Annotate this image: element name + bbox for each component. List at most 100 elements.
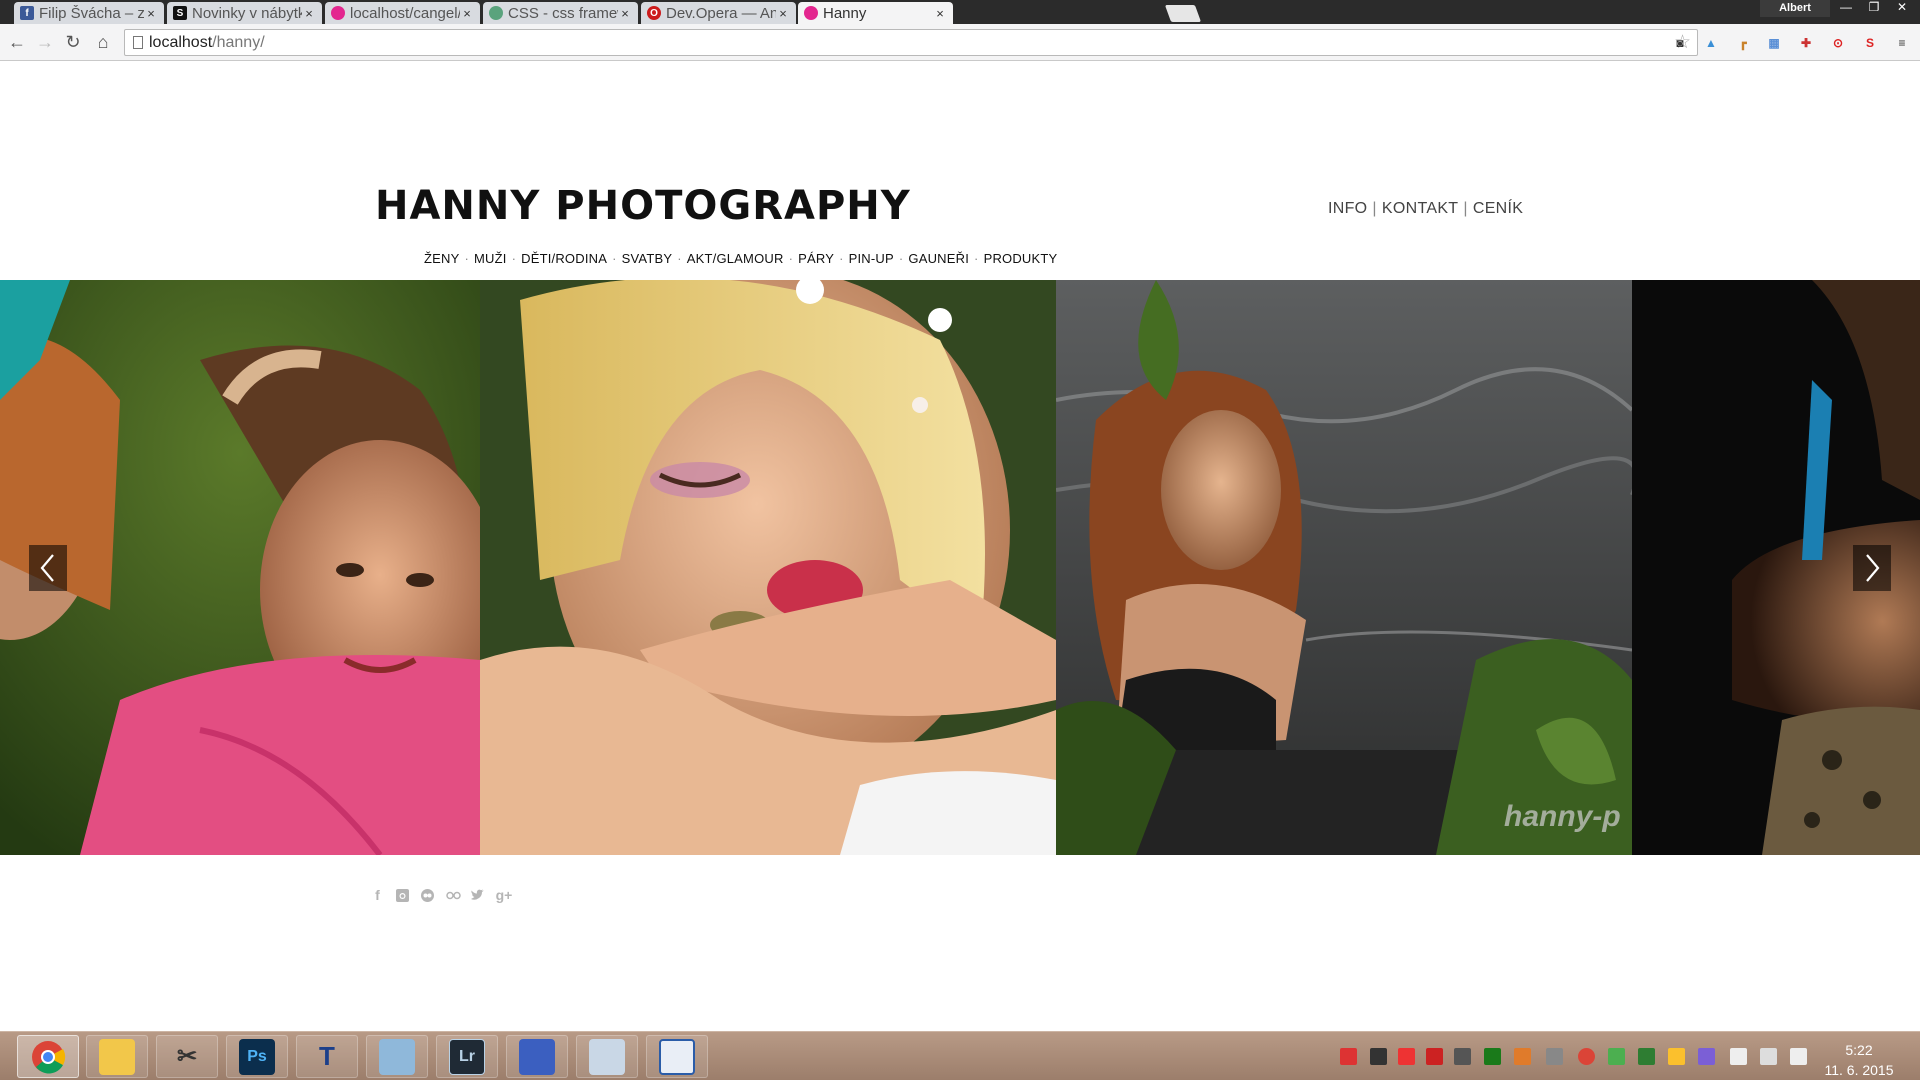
close-icon[interactable]: × bbox=[776, 6, 790, 21]
site-brand[interactable]: HANNY PHOTOGRAPHY bbox=[375, 183, 911, 229]
document-icon bbox=[659, 1038, 695, 1075]
monitor-tray-icon[interactable] bbox=[1454, 1048, 1471, 1065]
category-akt-glamour[interactable]: AKT/GLAMOUR bbox=[687, 251, 784, 266]
category-svatby[interactable]: SVATBY bbox=[622, 251, 673, 266]
tab-title: localhost/cangel/ bbox=[350, 4, 460, 22]
photo-carousel: hanny-p bbox=[0, 280, 1920, 855]
nav-cenik[interactable]: CENÍK bbox=[1473, 200, 1523, 217]
taskbar-cube[interactable] bbox=[366, 1035, 428, 1078]
category-zeny[interactable]: ŽENY bbox=[424, 251, 459, 266]
profile-button[interactable]: Albert bbox=[1760, 0, 1830, 17]
puzzle-icon[interactable]: ✚ bbox=[1796, 33, 1816, 53]
tab-4[interactable]: O Dev.Opera — An Intr × bbox=[641, 2, 796, 24]
taskbar-document[interactable] bbox=[646, 1035, 708, 1078]
shield-tray-icon[interactable] bbox=[1608, 1048, 1625, 1065]
home-icon[interactable]: ⌂ bbox=[92, 31, 114, 53]
close-icon[interactable]: × bbox=[302, 6, 316, 21]
minimize-icon[interactable]: — bbox=[1832, 0, 1860, 17]
s-ext-icon[interactable]: S bbox=[1860, 33, 1880, 53]
500px-icon[interactable] bbox=[420, 888, 435, 903]
category-produkty[interactable]: PRODUKTY bbox=[984, 251, 1058, 266]
taskbar-calculator[interactable] bbox=[576, 1035, 638, 1078]
category-pin-up[interactable]: PIN-UP bbox=[849, 251, 894, 266]
tab-2[interactable]: localhost/cangel/ × bbox=[325, 2, 480, 24]
taskbar-save[interactable] bbox=[506, 1035, 568, 1078]
taskbar-typer[interactable]: T bbox=[296, 1035, 358, 1078]
forward-icon[interactable]: → bbox=[34, 31, 56, 53]
tab-strip: f Filip Švácha – zprávy × S Novinky v ná… bbox=[0, 0, 1920, 24]
close-icon[interactable]: × bbox=[618, 6, 632, 21]
taskbar-explorer[interactable] bbox=[86, 1035, 148, 1078]
slide-photo-woman-in-water[interactable]: hanny-p bbox=[1056, 280, 1632, 855]
category-gauneri[interactable]: GAUNEŘI bbox=[908, 251, 969, 266]
category-separator: · bbox=[464, 251, 470, 266]
folder-icon bbox=[99, 1038, 135, 1075]
nav-separator: | bbox=[1463, 200, 1468, 217]
social-links: f g+ bbox=[370, 888, 513, 903]
tab-title: CSS - css framework bbox=[508, 4, 618, 22]
tab-0[interactable]: f Filip Švácha – zprávy × bbox=[14, 2, 164, 24]
reload-icon[interactable]: ↻ bbox=[62, 31, 84, 53]
new-tab-button[interactable] bbox=[1164, 5, 1202, 22]
close-icon[interactable]: × bbox=[144, 6, 158, 21]
close-window-icon[interactable]: ✕ bbox=[1888, 0, 1916, 17]
category-navigation: ŽENY · MUŽI · DĚTI/RODINA · SVATBY · AKT/GLAMOUR… bbox=[424, 251, 1057, 266]
usb-tray-icon[interactable] bbox=[1730, 1048, 1747, 1065]
j-tray-icon[interactable] bbox=[1638, 1048, 1655, 1065]
carousel-next-button[interactable] bbox=[1853, 545, 1891, 591]
hammer-icon[interactable]: ┏ bbox=[1733, 33, 1753, 53]
lightroom-icon: Lr bbox=[449, 1038, 485, 1075]
printer-tray-icon[interactable] bbox=[1546, 1048, 1563, 1065]
url-text[interactable]: localhost/hanny/ bbox=[149, 34, 265, 52]
top-navigation: INFO | KONTAKT | CENÍK bbox=[1328, 200, 1523, 218]
network-tray-icon[interactable] bbox=[1760, 1048, 1777, 1065]
url-host: localhost bbox=[149, 34, 213, 51]
volume-tray-icon[interactable] bbox=[1790, 1048, 1807, 1065]
taskbar-chrome[interactable] bbox=[17, 1035, 79, 1078]
cat-tray-icon[interactable] bbox=[1370, 1048, 1387, 1065]
taskbar-photoshop[interactable]: Ps bbox=[226, 1035, 288, 1078]
category-separator: · bbox=[612, 251, 617, 266]
chevron-right-icon bbox=[1866, 554, 1880, 582]
twitter-icon[interactable] bbox=[470, 888, 485, 903]
address-bar[interactable]: localhost/hanny/ ☆ bbox=[124, 29, 1698, 56]
category-separator: · bbox=[839, 251, 844, 266]
pen-tray-icon[interactable] bbox=[1698, 1048, 1715, 1065]
close-icon[interactable]: × bbox=[933, 6, 947, 21]
calendar-icon[interactable]: ▦ bbox=[1764, 33, 1784, 53]
tab-1[interactable]: S Novinky v nábytku a × bbox=[167, 2, 322, 24]
slide-photo-women-on-grass[interactable] bbox=[0, 280, 480, 855]
cloud-icon[interactable]: ▲ bbox=[1701, 33, 1721, 53]
instagram-icon[interactable] bbox=[395, 888, 410, 903]
tab-5-active[interactable]: Hanny × bbox=[798, 2, 953, 24]
flag-tray-icon[interactable] bbox=[1340, 1048, 1357, 1065]
drive-tray-icon[interactable] bbox=[1668, 1048, 1685, 1065]
facebook-icon[interactable]: f bbox=[370, 888, 385, 903]
chrome-tray-icon[interactable] bbox=[1578, 1048, 1595, 1065]
acrobat-tray-icon[interactable] bbox=[1426, 1048, 1443, 1065]
category-deti-rodina[interactable]: DĚTI/RODINA bbox=[521, 251, 607, 266]
system-clock[interactable]: 5:22 11. 6. 2015 bbox=[1820, 1040, 1898, 1080]
flickr-icon[interactable] bbox=[445, 888, 461, 903]
taskbar-lightroom[interactable]: Lr bbox=[436, 1035, 498, 1078]
category-pary[interactable]: PÁRY bbox=[798, 251, 834, 266]
menu-icon[interactable]: ≡ bbox=[1892, 33, 1912, 53]
restore-icon[interactable]: ❐ bbox=[1860, 0, 1888, 17]
nav-kontakt[interactable]: KONTAKT bbox=[1382, 200, 1458, 217]
close-icon[interactable]: × bbox=[460, 6, 474, 21]
taskbar-tools[interactable]: ✂ bbox=[156, 1035, 218, 1078]
category-separator: · bbox=[788, 251, 794, 266]
opera-ext-icon[interactable]: ⊙ bbox=[1828, 33, 1848, 53]
category-muzi[interactable]: MUŽI bbox=[474, 251, 507, 266]
speaker-orange-tray-icon[interactable] bbox=[1514, 1048, 1531, 1065]
tab-3[interactable]: CSS - css framework × bbox=[483, 2, 638, 24]
nav-info[interactable]: INFO bbox=[1328, 200, 1367, 217]
back-icon[interactable]: ← bbox=[6, 31, 28, 53]
carousel-prev-button[interactable] bbox=[29, 545, 67, 591]
nvidia-tray-icon[interactable] bbox=[1484, 1048, 1501, 1065]
slide-photo-frog-kiss[interactable] bbox=[480, 280, 1056, 855]
pocket-icon[interactable]: ◙ bbox=[1670, 33, 1690, 53]
google-plus-icon[interactable]: g+ bbox=[495, 888, 513, 903]
url-path: /hanny/ bbox=[212, 34, 265, 51]
plus-tray-icon[interactable] bbox=[1398, 1048, 1415, 1065]
